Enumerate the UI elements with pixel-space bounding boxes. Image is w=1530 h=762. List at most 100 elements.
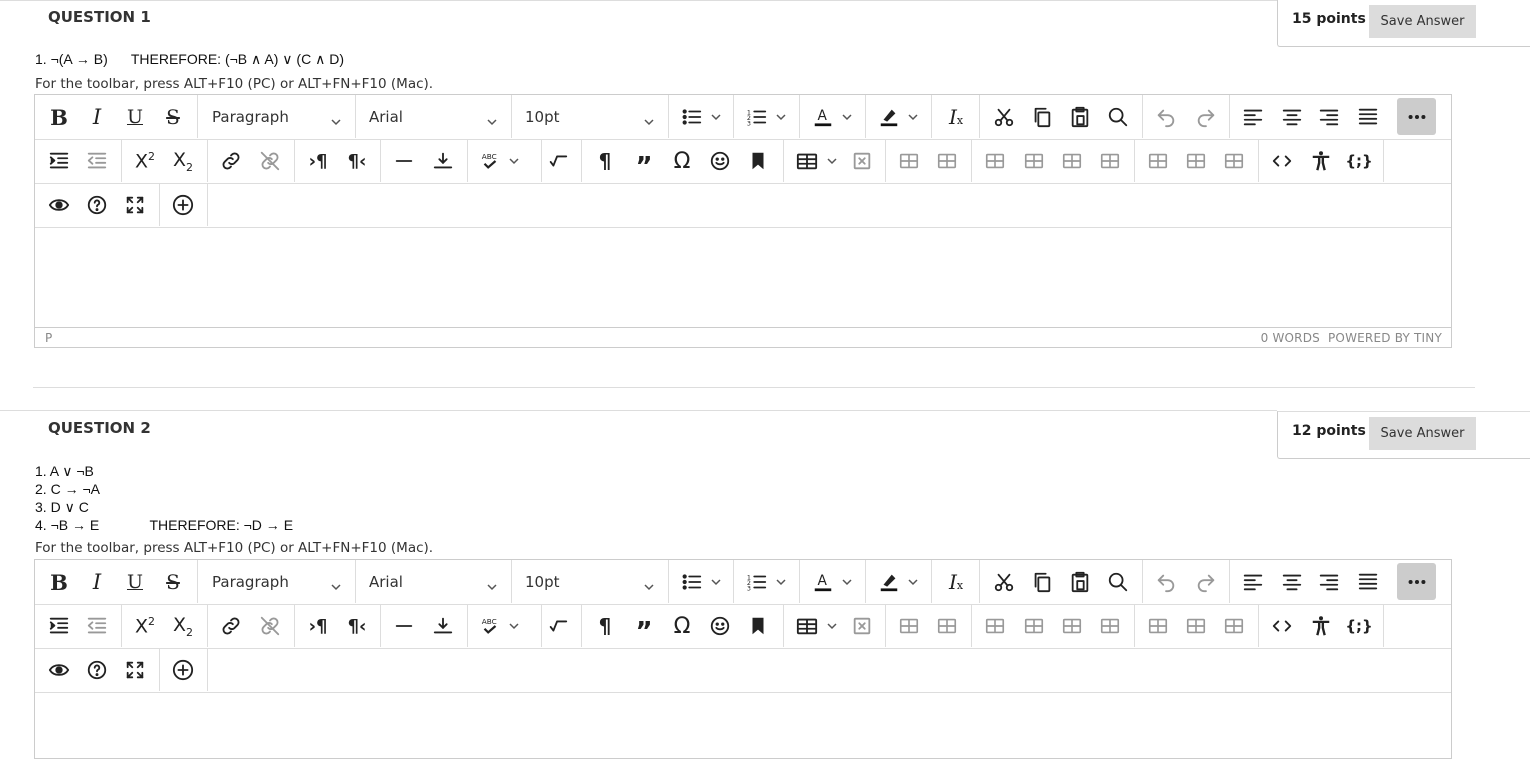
accessibility-button[interactable] [1304, 610, 1338, 642]
strikethrough-button[interactable]: S [156, 566, 190, 598]
paste-button[interactable] [1063, 566, 1097, 598]
bookmark-button[interactable] [741, 610, 775, 642]
math-button[interactable] [541, 145, 575, 177]
add-content-button[interactable] [166, 189, 200, 221]
fullscreen-button[interactable] [118, 189, 152, 221]
font-size-select[interactable]: 10pt [511, 95, 669, 138]
quote-button[interactable]: ” [627, 610, 661, 645]
highlight-button[interactable] [872, 566, 924, 598]
editor-content-area[interactable] [35, 227, 1451, 327]
help-button[interactable] [80, 189, 114, 221]
more-button[interactable] [1397, 563, 1436, 600]
block-format-select[interactable]: Paragraph [198, 560, 356, 603]
align-right-button[interactable] [1312, 101, 1346, 133]
help-button[interactable] [80, 654, 114, 686]
code-button[interactable] [1265, 610, 1299, 642]
more-button[interactable] [1397, 98, 1436, 135]
unlink-button[interactable] [253, 610, 287, 642]
fullscreen-button[interactable] [118, 654, 152, 686]
ltr-button[interactable]: ›¶ [301, 145, 335, 177]
editor-content-area[interactable] [35, 692, 1451, 762]
omega-button[interactable]: Ω [665, 145, 699, 177]
table-cells-button[interactable] [978, 145, 1012, 177]
bold-button[interactable]: B [42, 566, 76, 598]
preview-button[interactable] [42, 654, 76, 686]
paste-button[interactable] [1063, 101, 1097, 133]
italic-button[interactable]: I [80, 566, 114, 598]
numbered-list-button[interactable]: 123 [740, 101, 792, 133]
table-button[interactable] [789, 610, 841, 642]
table-cells-button[interactable] [1217, 610, 1251, 642]
table-cells-button[interactable] [1055, 145, 1089, 177]
table-cells-button[interactable] [1179, 610, 1213, 642]
subscript-button[interactable]: X2 [166, 145, 200, 177]
clear-format-button[interactable]: Ix [939, 101, 973, 133]
powered-by-link[interactable]: POWERED BY TINY [1328, 331, 1442, 345]
table-cells-button[interactable] [1017, 145, 1051, 177]
underline-button[interactable]: U [118, 566, 152, 598]
table-cells-button[interactable] [1141, 610, 1175, 642]
rich-text-editor[interactable]: B I U S Paragraph Arial 10pt 1 2 3 A Ix X2 X2 ›¶ ¶‹ ABC… [34, 559, 1452, 759]
table-cells-button[interactable] [892, 610, 926, 642]
indent-button[interactable] [42, 145, 76, 177]
math-button[interactable] [541, 610, 575, 642]
rtl-button[interactable]: ¶‹ [340, 610, 374, 642]
subscript-button[interactable]: X2 [166, 610, 200, 642]
block-format-select[interactable]: Paragraph [198, 95, 356, 138]
save-answer-button[interactable]: Save Answer [1369, 5, 1476, 38]
ltr-button[interactable]: ›¶ [301, 610, 335, 642]
table-cells-button[interactable] [1217, 145, 1251, 177]
search-button[interactable] [1101, 101, 1135, 133]
emoji-button[interactable] [703, 145, 737, 177]
template-button[interactable]: {;} [1342, 610, 1376, 642]
accessibility-button[interactable] [1304, 145, 1338, 177]
highlight-button[interactable] [872, 101, 924, 133]
strikethrough-button[interactable]: S [156, 101, 190, 133]
link-button[interactable] [214, 610, 248, 642]
italic-button[interactable]: I [80, 101, 114, 133]
clear-format-button[interactable]: Ix [939, 566, 973, 598]
align-left-button[interactable] [1236, 101, 1270, 133]
omega-button[interactable]: Ω [665, 610, 699, 642]
justify-button[interactable] [1351, 101, 1385, 133]
bookmark-button[interactable] [741, 145, 775, 177]
table-button[interactable] [789, 145, 841, 177]
table-cells-button[interactable] [1093, 145, 1127, 177]
redo-button[interactable] [1189, 101, 1223, 133]
element-path[interactable]: P [45, 331, 52, 345]
bold-button[interactable]: B [42, 101, 76, 133]
align-left-button[interactable] [1236, 566, 1270, 598]
add-content-button[interactable] [166, 654, 200, 686]
outdent-button[interactable] [80, 610, 114, 642]
undo-button[interactable] [1149, 101, 1183, 133]
table-cells-button[interactable] [892, 145, 926, 177]
superscript-button[interactable]: X2 [128, 145, 162, 177]
copy-button[interactable] [1025, 101, 1059, 133]
font-family-select[interactable]: Arial [355, 560, 512, 603]
justify-button[interactable] [1351, 566, 1385, 598]
insert-line-button[interactable] [426, 610, 460, 642]
align-center-button[interactable] [1275, 566, 1309, 598]
unlink-button[interactable] [253, 145, 287, 177]
save-answer-button[interactable]: Save Answer [1369, 417, 1476, 450]
table-cells-button[interactable] [978, 610, 1012, 642]
word-count[interactable]: 0 WORDS [1261, 331, 1320, 345]
quote-button[interactable]: ” [627, 145, 661, 180]
align-center-button[interactable] [1275, 101, 1309, 133]
insert-line-button[interactable] [426, 145, 460, 177]
link-button[interactable] [214, 145, 248, 177]
rtl-button[interactable]: ¶‹ [340, 145, 374, 177]
redo-button[interactable] [1189, 566, 1223, 598]
bullet-list-button[interactable] [675, 101, 727, 133]
superscript-button[interactable]: X2 [128, 610, 162, 642]
emoji-button[interactable] [703, 610, 737, 642]
underline-button[interactable]: U [118, 101, 152, 133]
font-size-select[interactable]: 10pt [511, 560, 669, 603]
paragraph-mark-button[interactable]: ¶ [588, 145, 622, 177]
indent-button[interactable] [42, 610, 76, 642]
code-button[interactable] [1265, 145, 1299, 177]
horizontal-rule-button[interactable] [387, 610, 421, 642]
spellcheck-button[interactable]: ABC [473, 610, 525, 642]
table-cells-button[interactable] [1179, 145, 1213, 177]
table-cells-button[interactable] [1141, 145, 1175, 177]
